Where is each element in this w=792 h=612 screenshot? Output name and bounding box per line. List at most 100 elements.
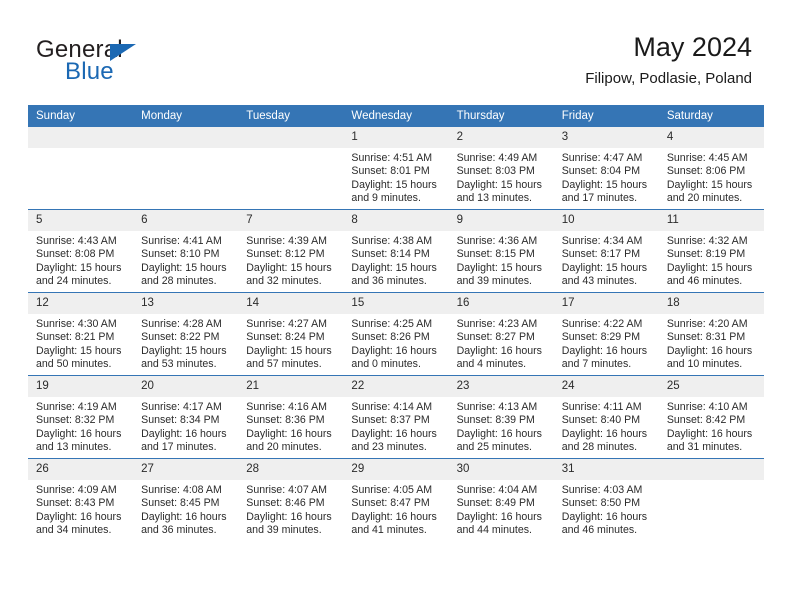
calendar-day-cell[interactable]: 8 Sunrise: 4:38 AM Sunset: 8:14 PM Daylight…	[343, 209, 449, 293]
calendar-day-cell[interactable]: 23 Sunrise: 4:13 AM Sunset: 8:39 PM Dayligh…	[448, 375, 554, 459]
day-sun-info: Sunrise: 4:04 AM Sunset: 8:49 PM Daylight:…	[449, 480, 554, 538]
calendar-day-cell[interactable]: 5 Sunrise: 4:43 AM Sunset: 8:08 PM Daylight…	[28, 209, 134, 293]
day-info-line: Sunrise: 4:09 AM	[36, 484, 117, 496]
calendar-day-cell[interactable]: 1 Sunrise: 4:51 AM Sunset: 8:01 PM Daylight…	[343, 127, 449, 210]
calendar-day-cell[interactable]: 14 Sunrise: 4:27 AM Sunset: 8:24 PM Dayligh…	[238, 292, 344, 376]
calendar-day-cell[interactable]: 11 Sunrise: 4:32 AM Sunset: 8:19 PM Dayligh…	[658, 209, 764, 293]
day-info-line: Daylight: 16 hours	[36, 510, 122, 523]
day-info-line: Sunset: 8:14 PM	[351, 248, 430, 261]
day-info-line: and 36 minutes.	[141, 524, 217, 537]
day-number: 18	[658, 293, 764, 314]
day-number: 6	[133, 210, 239, 231]
day-info-line: Sunrise: 4:45 AM	[666, 152, 748, 164]
calendar-day-cell[interactable]: 21 Sunrise: 4:16 AM Sunset: 8:36 PM Dayligh…	[238, 375, 344, 459]
calendar-day-cell[interactable]: 22 Sunrise: 4:14 AM Sunset: 8:37 PM Dayligh…	[343, 375, 449, 459]
day-info-line: Sunset: 8:03 PM	[456, 165, 535, 178]
day-info-line: Daylight: 16 hours	[666, 427, 753, 440]
calendar-day-cell[interactable]: 19 Sunrise: 4:19 AM Sunset: 8:32 PM Dayligh…	[28, 375, 134, 459]
calendar-day-cell[interactable]: 18 Sunrise: 4:20 AM Sunset: 8:31 PM Dayligh…	[658, 292, 764, 376]
day-info-line: Daylight: 15 hours	[456, 261, 542, 274]
calendar-day-cell[interactable]: 20 Sunrise: 4:17 AM Sunset: 8:34 PM Dayligh…	[133, 375, 239, 459]
day-info-line: Sunset: 8:32 PM	[36, 414, 115, 427]
calendar-day-cell[interactable]: 25 Sunrise: 4:10 AM Sunset: 8:42 PM Dayligh…	[658, 375, 764, 459]
calendar-week-row: 26 Sunrise: 4:09 AM Sunset: 8:43 PM Dayligh…	[28, 458, 764, 541]
day-info-line: Sunrise: 4:13 AM	[456, 401, 538, 413]
day-info-line: and 43 minutes.	[561, 275, 638, 288]
day-sun-info: Sunrise: 4:19 AM Sunset: 8:32 PM Daylight:…	[28, 397, 133, 455]
day-sun-info: Sunrise: 4:17 AM Sunset: 8:34 PM Daylight:…	[133, 397, 238, 455]
calendar-day-cell[interactable]: 31 Sunrise: 4:03 AM Sunset: 8:50 PM Dayligh…	[553, 458, 659, 541]
day-info-line: Daylight: 15 hours	[141, 344, 227, 357]
calendar-day-cell[interactable]: 27 Sunrise: 4:08 AM Sunset: 8:45 PM Dayligh…	[133, 458, 239, 541]
general-blue-logo[interactable]: General Blue	[36, 36, 266, 92]
day-info-line: Daylight: 16 hours	[141, 427, 227, 440]
day-sun-info: Sunrise: 4:16 AM Sunset: 8:36 PM Daylight:…	[238, 397, 343, 455]
day-info-line: Daylight: 15 hours	[561, 261, 648, 274]
day-info-line: Daylight: 16 hours	[351, 427, 437, 440]
calendar-day-cell[interactable]: 6 Sunrise: 4:41 AM Sunset: 8:10 PM Daylight…	[133, 209, 239, 293]
calendar-day-cell[interactable]: 24 Sunrise: 4:11 AM Sunset: 8:40 PM Dayligh…	[553, 375, 659, 459]
calendar-day-cell[interactable]: 29 Sunrise: 4:05 AM Sunset: 8:47 PM Dayligh…	[343, 458, 449, 541]
day-info-line: Daylight: 16 hours	[246, 427, 332, 440]
day-number	[28, 127, 134, 148]
calendar-day-cell[interactable]: 2 Sunrise: 4:49 AM Sunset: 8:03 PM Daylight…	[448, 127, 554, 210]
day-info-line: Sunset: 8:43 PM	[36, 497, 115, 510]
day-info-line: Sunrise: 4:20 AM	[666, 318, 748, 330]
day-info-line: Sunrise: 4:25 AM	[351, 318, 433, 330]
calendar-day-cell[interactable]: 15 Sunrise: 4:25 AM Sunset: 8:26 PM Dayligh…	[343, 292, 449, 376]
day-info-line: and 0 minutes.	[351, 358, 421, 371]
calendar-day-cell[interactable]: 13 Sunrise: 4:28 AM Sunset: 8:22 PM Dayligh…	[133, 292, 239, 376]
day-info-line: Sunset: 8:31 PM	[666, 331, 746, 344]
day-info-line: and 32 minutes.	[246, 275, 322, 288]
day-info-line: Daylight: 15 hours	[36, 261, 122, 274]
calendar-day-cell[interactable]: 26 Sunrise: 4:09 AM Sunset: 8:43 PM Dayligh…	[28, 458, 134, 541]
day-number: 19	[28, 376, 134, 397]
day-info-line: Sunrise: 4:47 AM	[561, 152, 643, 164]
day-sun-info: Sunrise: 4:34 AM Sunset: 8:17 PM Daylight:…	[554, 231, 659, 289]
day-sun-info: Sunrise: 4:28 AM Sunset: 8:22 PM Daylight:…	[133, 314, 238, 372]
day-number: 1	[343, 127, 449, 148]
day-info-line: Daylight: 16 hours	[141, 510, 227, 523]
calendar-header-row: Sunday Monday Tuesday Wednesday Thursday Frid…	[28, 105, 764, 127]
day-info-line: and 9 minutes.	[351, 192, 421, 205]
day-info-line: Sunrise: 4:34 AM	[561, 235, 643, 247]
day-info-line: Sunset: 8:17 PM	[561, 248, 641, 261]
calendar-day-cell[interactable]: 28 Sunrise: 4:07 AM Sunset: 8:46 PM Dayligh…	[238, 458, 344, 541]
calendar-day-cell[interactable]: 3 Sunrise: 4:47 AM Sunset: 8:04 PM Daylight…	[553, 127, 659, 210]
calendar-day-cell[interactable]: 17 Sunrise: 4:22 AM Sunset: 8:29 PM Dayligh…	[553, 292, 659, 376]
weekday-header-monday: Monday	[133, 105, 239, 127]
day-info-line: and 36 minutes.	[351, 275, 427, 288]
day-info-line: and 20 minutes.	[246, 441, 322, 454]
day-info-line: Sunset: 8:22 PM	[141, 331, 220, 344]
day-info-line: Sunset: 8:12 PM	[246, 248, 325, 261]
day-info-line: Sunset: 8:27 PM	[456, 331, 535, 344]
day-info-line: Sunset: 8:45 PM	[141, 497, 220, 510]
calendar-empty-cell	[238, 127, 344, 210]
calendar-day-cell[interactable]: 9 Sunrise: 4:36 AM Sunset: 8:15 PM Daylight…	[448, 209, 554, 293]
day-info-line: Sunset: 8:50 PM	[561, 497, 641, 510]
calendar-day-cell[interactable]: 10 Sunrise: 4:34 AM Sunset: 8:17 PM Dayligh…	[553, 209, 659, 293]
day-info-line: Daylight: 16 hours	[666, 344, 753, 357]
calendar-empty-cell	[658, 458, 764, 541]
calendar-day-cell[interactable]: 12 Sunrise: 4:30 AM Sunset: 8:21 PM Dayligh…	[28, 292, 134, 376]
calendar-day-cell[interactable]: 4 Sunrise: 4:45 AM Sunset: 8:06 PM Daylight…	[658, 127, 764, 210]
calendar-day-cell[interactable]: 30 Sunrise: 4:04 AM Sunset: 8:49 PM Dayligh…	[448, 458, 554, 541]
weekday-header-thursday: Thursday	[448, 105, 554, 127]
day-info-line: Sunset: 8:10 PM	[141, 248, 220, 261]
day-sun-info: Sunrise: 4:49 AM Sunset: 8:03 PM Daylight:…	[449, 148, 554, 206]
calendar-day-cell[interactable]: 16 Sunrise: 4:23 AM Sunset: 8:27 PM Dayligh…	[448, 292, 554, 376]
day-number: 25	[658, 376, 764, 397]
day-info-line: Sunset: 8:21 PM	[36, 331, 115, 344]
day-info-line: Sunrise: 4:05 AM	[351, 484, 433, 496]
day-sun-info: Sunrise: 4:27 AM Sunset: 8:24 PM Daylight:…	[238, 314, 343, 372]
logo-triangle-icon	[110, 44, 136, 61]
day-sun-info: Sunrise: 4:11 AM Sunset: 8:40 PM Daylight:…	[554, 397, 659, 455]
day-info-line: Daylight: 15 hours	[141, 261, 227, 274]
day-info-line: and 44 minutes.	[456, 524, 532, 537]
day-sun-info: Sunrise: 4:05 AM Sunset: 8:47 PM Daylight:…	[343, 480, 448, 538]
calendar-day-cell[interactable]: 7 Sunrise: 4:39 AM Sunset: 8:12 PM Daylight…	[238, 209, 344, 293]
day-info-line: Daylight: 16 hours	[561, 510, 648, 523]
day-info-line: and 46 minutes.	[666, 275, 743, 288]
day-info-line: Sunset: 8:26 PM	[351, 331, 430, 344]
day-number: 17	[553, 293, 659, 314]
